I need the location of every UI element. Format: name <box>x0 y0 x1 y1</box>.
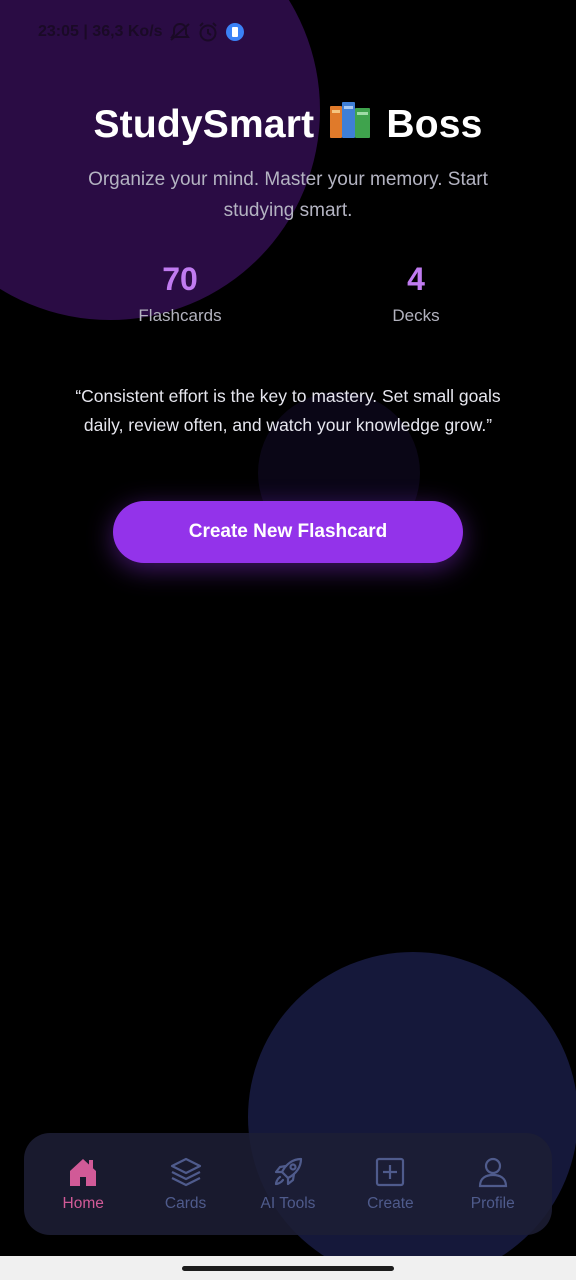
nav-create-label: Create <box>367 1195 414 1212</box>
rocket-icon <box>271 1155 305 1189</box>
stat-decks-value: 4 <box>407 261 425 297</box>
nav-create[interactable]: Create <box>340 1155 440 1213</box>
hero-section: StudySmart Boss Organize your mind. Mast… <box>0 100 576 226</box>
stat-flashcards-value: 70 <box>162 261 198 297</box>
user-icon <box>476 1155 510 1189</box>
title-suffix: Boss <box>386 103 483 146</box>
layers-icon <box>169 1155 203 1189</box>
stat-flashcards: 70 Flashcards <box>80 260 280 326</box>
stat-decks: 4 Decks <box>316 260 516 326</box>
nav-cards[interactable]: Cards <box>136 1155 236 1213</box>
stats-row: 70 Flashcards 4 Decks <box>0 260 576 340</box>
nav-ai-tools-label: AI Tools <box>260 1195 316 1212</box>
nav-home[interactable]: Home <box>33 1155 133 1213</box>
app-title: StudySmart Boss <box>93 100 482 150</box>
status-bar: 23:05 | 36,3 Ko/s <box>38 20 245 44</box>
plus-square-icon <box>373 1155 407 1189</box>
stat-flashcards-label: Flashcards <box>138 306 222 325</box>
title-main: StudySmart <box>93 103 315 146</box>
motivational-quote: “Consistent effort is the key to mastery… <box>75 386 501 435</box>
bottom-navigation: Home Cards AI Tools Create Profile <box>24 1133 552 1235</box>
create-new-flashcard-button[interactable]: Create New Flashcard <box>113 501 463 563</box>
nav-home-label: Home <box>62 1195 104 1212</box>
app-screen: 23:05 | 36,3 Ko/s StudySmart Boss Organi… <box>0 0 576 1280</box>
status-text: 23:05 | 36,3 Ko/s <box>38 23 163 40</box>
stat-decks-label: Decks <box>392 306 440 325</box>
muted-notification-icon <box>169 22 191 42</box>
nav-profile[interactable]: Profile <box>443 1155 543 1213</box>
alarm-icon <box>197 21 219 43</box>
home-gesture-bar[interactable] <box>182 1266 394 1271</box>
nav-profile-label: Profile <box>470 1195 515 1212</box>
app-badge-icon <box>225 22 245 42</box>
nav-cards-label: Cards <box>164 1195 207 1212</box>
home-icon <box>66 1155 100 1189</box>
tagline: Organize your mind. Master your memory. … <box>88 169 488 221</box>
books-icon <box>328 100 372 150</box>
nav-ai-tools[interactable]: AI Tools <box>238 1155 338 1213</box>
